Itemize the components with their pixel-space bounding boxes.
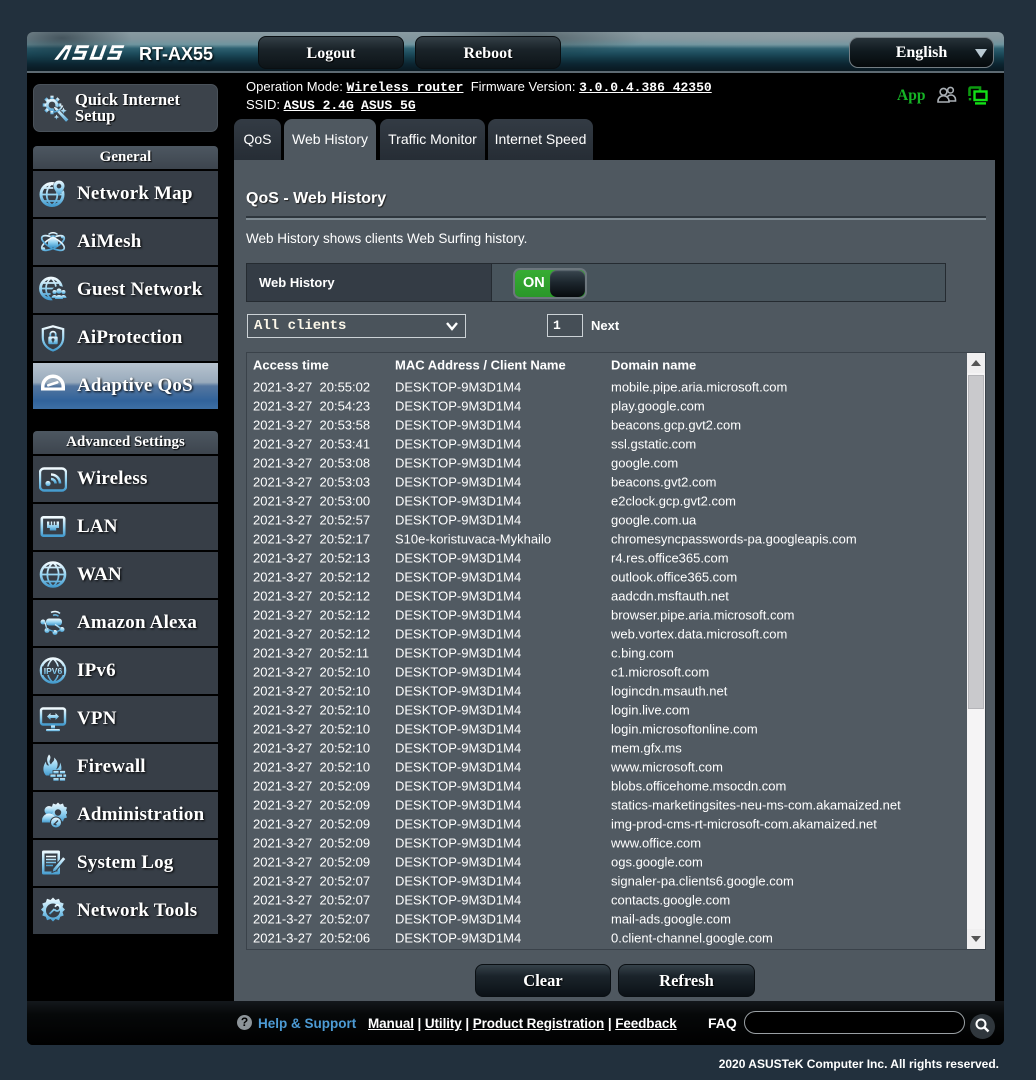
svg-text:IPV6: IPV6 <box>44 666 63 676</box>
